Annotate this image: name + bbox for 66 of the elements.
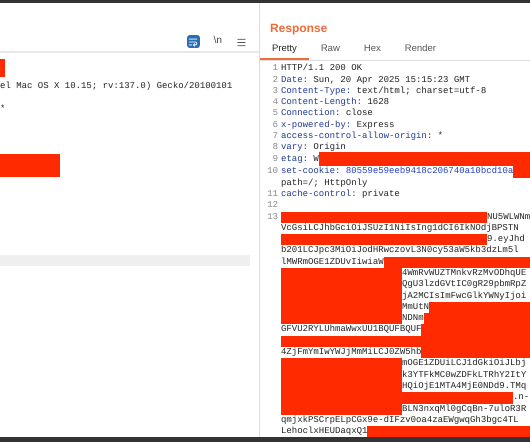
body-text: mOGE1ZDUiLCJ1dGkiOiJLbj [402, 358, 526, 370]
header-name: Date: [281, 74, 308, 86]
line-number: 7 [272, 131, 279, 142]
redaction-bar [0, 154, 60, 177]
line-number: 8 [272, 142, 279, 154]
tab[interactable]: Raw [308, 42, 352, 60]
header-name: set-cookie: [281, 166, 340, 178]
body-text: GFVU2RYLUhmaWwxUU1BQUFBQUF [281, 324, 422, 336]
tab[interactable]: Hex [352, 42, 393, 60]
line-number: 4 [272, 97, 279, 108]
code-line: * [0, 104, 6, 116]
body-text: b201LCJpc3MiOiJodHRwczovL3N0cy53aW5kb3dzLm5l [281, 245, 519, 257]
body-text: jA2MCIsImFwcGlkYWNyIjoi [402, 290, 526, 302]
body-text: HQiOjE1MTA4MjE0NDd9.TMq [402, 380, 526, 392]
header-value: W [313, 154, 319, 166]
header-name: etag: [281, 154, 308, 166]
header-value: 1628 [367, 97, 390, 108]
wrap-button[interactable] [186, 35, 200, 48]
body-text: 9.eyJhd [487, 234, 525, 246]
header-name: Connection: [281, 108, 340, 120]
header-name: cache-control: [281, 188, 357, 200]
header-name: vary: [281, 142, 308, 154]
body-text: VcGsiLCJhbGciOiJSUzI1NiIsIng1dCI6IkNOdjBPSTN [281, 222, 519, 234]
body-text: 4WmRvWUZTMnkvRzMvODhqUE [402, 268, 526, 280]
header-value: Sun, 20 Apr 2025 15:15:23 GMT [313, 74, 470, 86]
redaction-bar [0, 59, 5, 77]
header-value: text/html; charset=utf-8 [356, 86, 486, 98]
body-text: MmUtN [402, 302, 430, 314]
line-number: 12 [266, 200, 279, 212]
line-number: 1 [272, 63, 279, 75]
body-text: NU5WLWNm [487, 212, 530, 223]
body-text: BLN3nxqMl0gCqBn-7uloR3R [402, 404, 526, 415]
body-text: LehoclxHEUDaqxQ1 [281, 426, 368, 437]
line-number: 11 [266, 188, 279, 200]
line-number: 6 [272, 120, 279, 132]
line-number: 13 [266, 212, 279, 223]
body-text: k3YTFkMC0wZDFkLTRhY2ItY [402, 370, 526, 381]
status-line: HTTP/1.1 200 OK [281, 63, 362, 75]
body-text: QgU3lzdGVtIC0gR29pbmRpZ [402, 279, 526, 291]
header-value: Origin [313, 142, 346, 154]
line-number: 9 [272, 154, 279, 166]
line-number: 10 [266, 166, 279, 178]
header-value: private [362, 188, 400, 200]
header-value: path=/; HttpOnly [281, 178, 368, 189]
body-text: 4ZjFmYmIwYWJjMmMiLCJ0ZW5hb [281, 347, 422, 358]
body-text: lMWRmOGE1ZDUvIiwiaW [281, 256, 384, 268]
header-name: x-powered-by: [281, 120, 352, 132]
header-value: Express [356, 120, 394, 132]
tab[interactable]: Pretty [260, 42, 309, 60]
menu-icon[interactable] [236, 37, 247, 48]
body-text: .n- [513, 392, 530, 404]
header-value: close [346, 108, 373, 120]
line-number: 2 [272, 74, 279, 86]
header-name: Content-Type: [281, 86, 352, 98]
newline-toggle[interactable]: \n [214, 33, 222, 48]
tab[interactable]: Render [392, 42, 448, 60]
body-text: qmjxkPSCrpELpCGx9e-dIFzv0oa4zaEWgwqGh3bgc4TL [281, 414, 519, 426]
line-number: 3 [272, 86, 279, 98]
header-value: * [438, 131, 444, 142]
code-line: el Mac OS X 10.15; rv:137.0) Gecko/20100101 [0, 81, 232, 92]
line-number: 5 [272, 108, 279, 120]
header-name: access-control-allow-origin: [281, 131, 432, 142]
header-value: 80559e59eeb9418c206740a10bcd10a [346, 166, 514, 178]
body-text: NDNm [402, 313, 424, 324]
header-name: Content-Length: [281, 97, 362, 108]
panel-title: Response [270, 20, 328, 37]
